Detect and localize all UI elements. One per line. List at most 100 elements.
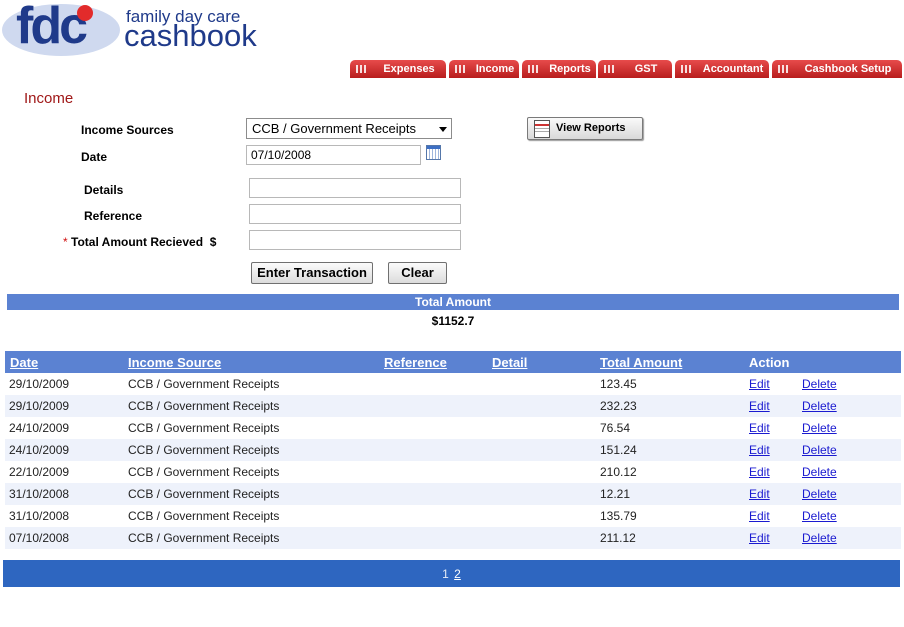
column-header-total-amount[interactable]: Total Amount (600, 355, 682, 370)
table-row: 31/10/2008 CCB / Government Receipts 135… (5, 505, 901, 527)
report-icon (534, 120, 550, 138)
nav-tab-cashbook-setup[interactable]: Cashbook Setup (772, 60, 902, 78)
nav-tab-label: GST (634, 63, 658, 75)
nav-tab-accountant[interactable]: Accountant (675, 60, 769, 78)
row-income-source: CCB / Government Receipts (128, 509, 280, 523)
income-source-select[interactable]: CCB / Government Receipts (246, 118, 452, 139)
income-source-selected-value: CCB / Government Receipts (252, 121, 417, 136)
delete-link[interactable]: Delete (802, 509, 837, 523)
details-field[interactable] (249, 178, 461, 198)
row-date: 24/10/2009 (9, 443, 70, 457)
total-amount-value: $1152.7 (431, 314, 475, 328)
edit-link[interactable]: Edit (749, 531, 770, 545)
page-link-2[interactable]: 2 (454, 567, 461, 581)
row-date: 29/10/2009 (9, 399, 70, 413)
nav-tab-reports[interactable]: Reports (522, 60, 596, 78)
edit-link[interactable]: Edit (749, 399, 770, 413)
row-date: 31/10/2008 (9, 509, 70, 523)
date-field[interactable] (246, 145, 421, 165)
grid-icon (528, 65, 538, 73)
row-date: 31/10/2008 (9, 487, 70, 501)
reference-field[interactable] (249, 204, 461, 224)
delete-link[interactable]: Delete (802, 465, 837, 479)
details-label: Details (84, 183, 124, 197)
row-total-amount: 12.21 (600, 487, 631, 501)
nav-tab-label: Reports (549, 63, 591, 75)
row-total-amount: 232.23 (600, 399, 637, 413)
grid-icon (681, 65, 691, 73)
nav-tab-label: Cashbook Setup (804, 63, 892, 75)
edit-link[interactable]: Edit (749, 465, 770, 479)
edit-link[interactable]: Edit (749, 487, 770, 501)
table-row: 22/10/2009 CCB / Government Receipts 210… (5, 461, 901, 483)
brand-product-name: cashbook (124, 18, 257, 53)
total-amount-field[interactable] (249, 230, 461, 250)
nav-tab-gst[interactable]: GST (598, 60, 672, 78)
grid-icon (455, 65, 465, 73)
row-total-amount: 135.79 (600, 509, 637, 523)
view-reports-label: View Reports (556, 122, 626, 134)
row-total-amount: 151.24 (600, 443, 637, 457)
reference-label: Reference (84, 209, 143, 223)
grid-icon (604, 65, 614, 73)
grid-icon (778, 65, 788, 73)
column-header-detail[interactable]: Detail (492, 355, 527, 370)
column-header-action: Action (749, 355, 790, 370)
total-amount-label-text: Total Amount Recieved (71, 235, 204, 249)
calendar-icon[interactable] (426, 145, 441, 160)
page-title: Income (24, 90, 74, 107)
table-row: 07/10/2008 CCB / Government Receipts 211… (5, 527, 901, 549)
table-row: 24/10/2009 CCB / Government Receipts 76.… (5, 417, 901, 439)
delete-link[interactable]: Delete (802, 443, 837, 457)
currency-symbol: $ (209, 235, 217, 249)
enter-transaction-button[interactable]: Enter Transaction (251, 262, 373, 284)
edit-link[interactable]: Edit (749, 377, 770, 391)
table-row: 31/10/2008 CCB / Government Receipts 12.… (5, 483, 901, 505)
row-date: 29/10/2009 (9, 377, 70, 391)
nav-tab-label: Accountant (702, 63, 764, 75)
delete-link[interactable]: Delete (802, 399, 837, 413)
row-income-source: CCB / Government Receipts (128, 487, 280, 501)
pagination-bar: 1 2 (3, 560, 900, 587)
grid-icon (356, 65, 366, 73)
delete-link[interactable]: Delete (802, 487, 837, 501)
nav-tab-income[interactable]: Income (449, 60, 519, 78)
chevron-down-icon[interactable] (439, 127, 447, 132)
row-date: 24/10/2009 (9, 421, 70, 435)
row-income-source: CCB / Government Receipts (128, 465, 280, 479)
column-header-income-source[interactable]: Income Source (128, 355, 221, 370)
clear-button[interactable]: Clear (388, 262, 447, 284)
row-income-source: CCB / Government Receipts (128, 421, 280, 435)
nav-tab-expenses[interactable]: Expenses (350, 60, 446, 78)
table-row: 24/10/2009 CCB / Government Receipts 151… (5, 439, 901, 461)
date-label: Date (81, 150, 108, 164)
column-header-date[interactable]: Date (10, 355, 38, 370)
table-header: Date Income Source Reference Detail Tota… (5, 351, 901, 373)
view-reports-button[interactable]: View Reports (527, 117, 643, 140)
column-header-reference[interactable]: Reference (384, 355, 447, 370)
income-sources-label: Income Sources (81, 123, 174, 137)
delete-link[interactable]: Delete (802, 377, 837, 391)
edit-link[interactable]: Edit (749, 509, 770, 523)
total-amount-header: Total Amount (7, 294, 899, 310)
row-income-source: CCB / Government Receipts (128, 443, 280, 457)
required-marker: * (63, 235, 68, 249)
logo-figure-icon (77, 5, 93, 21)
table-row: 29/10/2009 CCB / Government Receipts 123… (5, 373, 901, 395)
row-total-amount: 76.54 (600, 421, 631, 435)
edit-link[interactable]: Edit (749, 421, 770, 435)
row-total-amount: 123.45 (600, 377, 637, 391)
row-date: 07/10/2008 (9, 531, 70, 545)
row-income-source: CCB / Government Receipts (128, 377, 280, 391)
current-page: 1 (442, 567, 449, 581)
row-income-source: CCB / Government Receipts (128, 399, 280, 413)
delete-link[interactable]: Delete (802, 531, 837, 545)
row-income-source: CCB / Government Receipts (128, 531, 280, 545)
row-total-amount: 211.12 (600, 531, 636, 545)
row-date: 22/10/2009 (9, 465, 70, 479)
table-row: 29/10/2009 CCB / Government Receipts 232… (5, 395, 901, 417)
row-total-amount: 210.12 (600, 465, 637, 479)
edit-link[interactable]: Edit (749, 443, 770, 457)
total-amount-label: * Total Amount Recieved $ (63, 235, 216, 249)
delete-link[interactable]: Delete (802, 421, 837, 435)
